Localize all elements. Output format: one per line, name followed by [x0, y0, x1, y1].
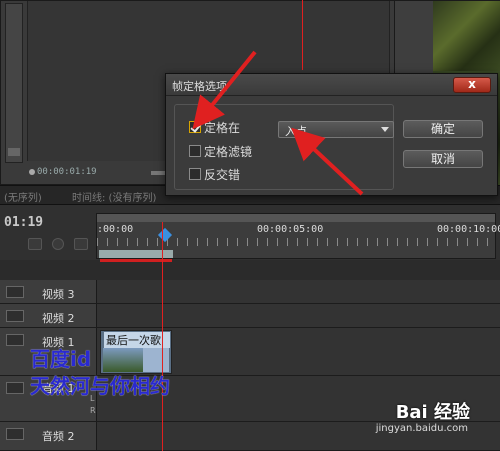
visibility-toggle-icon[interactable]	[6, 310, 24, 322]
hold-on-option[interactable]: 定格在	[189, 119, 240, 135]
channel-right-label: R	[90, 406, 96, 415]
option-label: 反交错	[204, 167, 241, 182]
timeline-timecode[interactable]: 01:19	[4, 215, 43, 230]
snap-icon[interactable]	[28, 238, 42, 250]
deinterlace-option[interactable]: 反交错	[189, 166, 240, 182]
hold-on-checkbox[interactable]	[189, 121, 201, 133]
visibility-toggle-icon[interactable]	[6, 334, 24, 346]
track-name: 视频 3	[42, 288, 75, 301]
overlay-caption-line2: 天然河与你相约	[30, 374, 170, 398]
baidu-logo: Bai 经验	[395, 402, 470, 423]
ruler-label-10s: 00:00:10:00	[437, 224, 500, 235]
tab-sequence[interactable]: (无序列)	[4, 189, 42, 204]
frame-hold-dialog: 帧定格选项 x 定格在 定格滤镜 反交错 入点 确定 取消	[165, 73, 498, 196]
preview-thumbnail	[433, 1, 500, 71]
clip-title: 最后一次歌	[104, 332, 170, 348]
monitor-timecode[interactable]: 00:00:01:19	[37, 167, 97, 177]
select-value: 入点	[285, 125, 307, 138]
option-label: 定格滤镜	[204, 144, 253, 159]
deinterlace-checkbox[interactable]	[189, 168, 201, 180]
option-label: 定格在	[204, 120, 241, 135]
track-content[interactable]	[97, 280, 500, 303]
track-video-3: 视频 3	[0, 280, 500, 304]
monitor-scrollbar[interactable]	[5, 3, 23, 163]
clip-thumbnail	[143, 348, 169, 372]
track-header: 视频 2	[0, 304, 97, 327]
tab-timeline[interactable]: 时间线: (没有序列)	[72, 189, 156, 204]
track-name: 视频 2	[42, 312, 75, 325]
scroll-thumb[interactable]	[8, 148, 20, 156]
playhead-line	[162, 222, 163, 451]
track-content[interactable]: 最后一次歌	[97, 328, 500, 375]
close-button[interactable]: x	[453, 77, 491, 93]
mute-toggle-icon[interactable]	[6, 428, 24, 440]
mute-toggle-icon[interactable]	[6, 382, 24, 394]
hold-filters-checkbox[interactable]	[189, 145, 201, 157]
time-ruler[interactable]: :00:00 00:00:05:00 00:00:10:00	[96, 213, 500, 259]
track-name: 音频 2	[42, 430, 75, 443]
clip-thumbnail	[103, 348, 143, 372]
hold-point-select[interactable]: 入点	[278, 121, 394, 138]
track-header: 视频 3	[0, 280, 97, 303]
cancel-button[interactable]: 取消	[403, 150, 483, 168]
keyframe-icon[interactable]	[74, 238, 88, 250]
options-group: 定格在 定格滤镜 反交错 入点	[174, 104, 394, 190]
overlay-caption-line1: 百度id	[30, 347, 92, 371]
hold-filters-option[interactable]: 定格滤镜	[189, 143, 252, 159]
dialog-titlebar[interactable]: 帧定格选项 x	[166, 74, 497, 96]
annotation-line-top	[302, 0, 303, 70]
chevron-down-icon	[381, 127, 389, 132]
ruler-label-start: :00:00	[97, 224, 134, 235]
marker-icon[interactable]	[52, 238, 64, 250]
zoom-track[interactable]	[97, 214, 495, 222]
track-video-2: 视频 2	[0, 304, 500, 328]
ruler-label-5s: 00:00:05:00	[257, 224, 324, 235]
watermark-url: jingyan.baidu.com	[375, 423, 468, 434]
timecode-dot-icon	[29, 169, 35, 175]
track-header: 音频 2	[0, 422, 97, 450]
visibility-toggle-icon[interactable]	[6, 286, 24, 298]
ruler-ticks	[97, 238, 495, 246]
track-content[interactable]	[97, 304, 500, 327]
dialog-title: 帧定格选项	[172, 80, 227, 93]
ok-button[interactable]: 确定	[403, 120, 483, 138]
timeline-header: 01:19 :00:00 00:00:05:00 00:00:10:00	[0, 205, 500, 260]
